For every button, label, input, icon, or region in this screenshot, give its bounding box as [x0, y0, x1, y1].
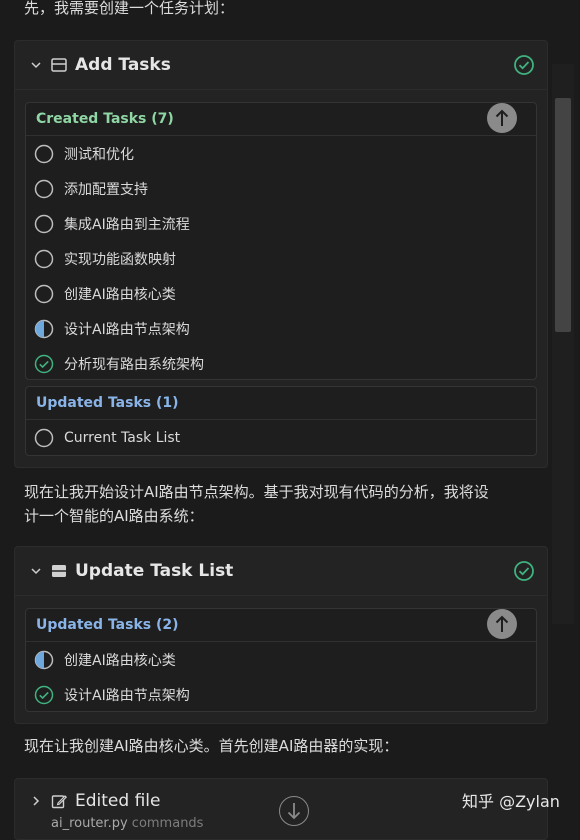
chevron-down-icon[interactable]: [27, 56, 45, 74]
scrollbar-thumb[interactable]: [555, 98, 571, 332]
task-item[interactable]: Current Task List: [26, 420, 536, 455]
file-name[interactable]: ai_router.py: [51, 816, 128, 831]
task-item[interactable]: 设计AI路由节点架构: [26, 677, 536, 712]
update-task-list-title: Update Task List: [75, 561, 234, 581]
pending-circle-icon: [34, 214, 54, 233]
task-label: 创建AI路由核心类: [64, 286, 176, 303]
task-tool-icon: [49, 55, 69, 75]
message-line: 计一个智能的AI路由系统：: [24, 507, 204, 525]
arrow-up-icon: [495, 615, 509, 632]
task-label: 设计AI路由节点架构: [64, 321, 190, 338]
edited-file-subtitle: ai_router.py commands: [51, 816, 203, 831]
task-item[interactable]: 创建AI路由核心类: [26, 276, 536, 311]
pending-circle-icon: [34, 428, 54, 447]
task-label: 设计AI路由节点架构: [64, 687, 190, 704]
pending-circle-icon: [34, 284, 54, 303]
message-line: 现在让我开始设计AI路由节点架构。基于我对现有代码的分析，我将设: [24, 483, 489, 501]
task-label: 集成AI路由到主流程: [64, 216, 190, 233]
task-label: 测试和优化: [64, 146, 134, 163]
half-circle-in-progress-icon: [34, 319, 54, 338]
message-text: 现在让我创建AI路由核心类。首先创建AI路由器的实现：: [24, 737, 399, 755]
task-item[interactable]: 集成AI路由到主流程: [26, 206, 536, 241]
watermark: 知乎 @Zylan: [462, 792, 560, 811]
task-item[interactable]: 测试和优化: [26, 136, 536, 171]
updated-tasks-group: Updated Tasks (1) Current Task List: [25, 386, 537, 456]
task-item[interactable]: 分析现有路由系统架构: [26, 346, 536, 381]
pending-circle-icon: [34, 179, 54, 198]
chevron-right-icon[interactable]: [27, 792, 45, 810]
add-tasks-header[interactable]: Add Tasks: [15, 41, 547, 90]
scroll-up-button[interactable]: [487, 103, 517, 133]
arrow-down-icon: [287, 803, 301, 820]
arrow-up-icon: [495, 109, 509, 126]
file-directory: commands: [131, 816, 204, 831]
check-circle-icon: [34, 685, 54, 704]
task-item[interactable]: 创建AI路由核心类: [26, 642, 536, 677]
task-label: 添加配置支持: [64, 181, 148, 198]
pending-circle-icon: [34, 144, 54, 163]
scroll-up-button[interactable]: [487, 609, 517, 639]
task-list-tool-icon: [49, 561, 69, 581]
task-item[interactable]: 设计AI路由节点架构: [26, 311, 536, 346]
task-label: 创建AI路由核心类: [64, 652, 176, 669]
task-item[interactable]: 添加配置支持: [26, 171, 536, 206]
created-tasks-group: Created Tasks (7) 测试和优化 添加配置支持 集成AI路由到主流…: [25, 102, 537, 380]
success-check-icon: [514, 561, 534, 581]
success-check-icon: [514, 55, 534, 75]
update-task-list-header[interactable]: Update Task List: [15, 547, 547, 596]
pending-circle-icon: [34, 249, 54, 268]
updated-tasks-group: Updated Tasks (2) 创建AI路由核心类 设计AI路由节点架构: [25, 608, 537, 712]
scroll-down-button[interactable]: [279, 796, 309, 826]
add-tasks-card: Add Tasks Created Tasks (7) 测试和优化 添加配置支持…: [14, 40, 548, 468]
half-circle-in-progress-icon: [34, 650, 54, 669]
updated-tasks-heading: Updated Tasks (1): [26, 387, 536, 420]
task-item[interactable]: 实现功能函数映射: [26, 241, 536, 276]
task-label: 实现功能函数映射: [64, 251, 176, 268]
task-label: Current Task List: [64, 429, 181, 446]
created-tasks-heading: Created Tasks (7): [26, 103, 536, 136]
check-circle-icon: [34, 354, 54, 373]
message-text: 现在让我开始设计AI路由节点架构。基于我对现有代码的分析，我将设 计一个智能的A…: [24, 480, 489, 528]
update-task-list-card: Update Task List Updated Tasks (2) 创建AI路…: [14, 546, 548, 724]
intro-text: 先，我需要创建一个任务计划：: [24, 0, 235, 17]
updated-tasks-heading: Updated Tasks (2): [26, 609, 536, 642]
add-tasks-title: Add Tasks: [75, 55, 171, 75]
task-label: 分析现有路由系统架构: [64, 356, 204, 373]
edit-file-icon: [49, 791, 69, 811]
edited-file-title: Edited file: [75, 791, 161, 811]
chevron-down-icon[interactable]: [27, 562, 45, 580]
